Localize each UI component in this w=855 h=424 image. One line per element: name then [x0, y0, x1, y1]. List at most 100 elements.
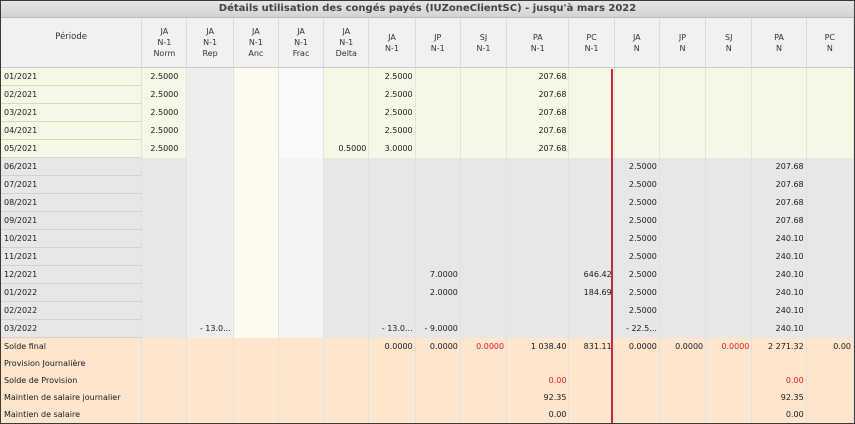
cell-ja-n: 2.5000	[614, 301, 660, 320]
cell-ja-frac	[278, 265, 325, 284]
cell-sj-n1	[460, 265, 508, 284]
cell-pc-n	[806, 355, 854, 372]
table-row[interactable]: 07/2021 2.5000 207.68	[1, 175, 854, 194]
cell-ja-n1: 2.5000	[368, 85, 416, 104]
column-header-periode[interactable]: Période	[1, 18, 143, 68]
table-row[interactable]: 02/2022 2.5000 240.10	[1, 301, 854, 320]
cell-jp-n	[659, 139, 707, 158]
table-row[interactable]: 09/2021 2.5000 207.68	[1, 211, 854, 230]
cell-pc-n	[806, 139, 854, 158]
column-header-ja-norm[interactable]: JA N-1 Norm	[141, 18, 188, 68]
cell-jp-n1	[415, 67, 461, 86]
table-row[interactable]: 03/2021 2.5000 2.5000 207.68	[1, 103, 854, 122]
column-header-pc-n1[interactable]: PC N-1	[568, 18, 615, 68]
column-header-sj-n1[interactable]: SJ N-1	[460, 18, 508, 68]
cell-pc-n	[806, 247, 854, 266]
table-row[interactable]: Maintien de salaire 0.00 0.00	[1, 406, 854, 423]
row-label: Provision Journalière	[1, 355, 143, 372]
cell-pc-n	[806, 265, 854, 284]
table-row[interactable]: Maintien de salaire journalier 92.35 92.35	[1, 389, 854, 406]
cell-pa-n	[751, 121, 807, 140]
cell-sj-n1	[460, 85, 508, 104]
cell-sj-n	[705, 265, 753, 284]
column-header-label: JA	[388, 32, 396, 42]
cell-ja-n: 2.5000	[614, 193, 660, 212]
cell-pc-n	[806, 283, 854, 302]
table-row[interactable]: 11/2021 2.5000 240.10	[1, 247, 854, 266]
column-header-pa-n[interactable]: PA N	[751, 18, 807, 68]
table-row[interactable]: Solde final 0.0000 0.0000 0.0000 1 038.40 831…	[1, 337, 854, 355]
cell-ja-rep	[186, 67, 234, 86]
column-header-ja-n1[interactable]: JA N-1	[368, 18, 416, 68]
cell-jp-n1	[415, 355, 461, 372]
table-row[interactable]: Provision Journalière	[1, 355, 854, 372]
column-header-label: Rep	[202, 49, 218, 58]
cell-ja-delta	[323, 121, 370, 140]
cell-pc-n1	[568, 85, 615, 104]
table-row[interactable]: 04/2021 2.5000 2.5000 207.68	[1, 121, 854, 140]
column-header-sj-n[interactable]: SJ N	[705, 18, 753, 68]
cell-sj-n	[705, 229, 753, 248]
cell-pc-n	[806, 67, 854, 86]
cell-ja-n1	[368, 157, 416, 176]
column-header-label: N-1	[430, 43, 445, 53]
table-row[interactable]: 02/2021 2.5000 2.5000 207.68	[1, 85, 854, 104]
cell-ja-anc	[233, 283, 279, 302]
column-header-jp-n[interactable]: JP N	[659, 18, 707, 68]
cell-jp-n	[659, 372, 707, 389]
column-header-pc-n[interactable]: PC N	[806, 18, 854, 68]
cell-sj-n1	[460, 406, 508, 423]
cell-ja-frac	[278, 121, 325, 140]
cell-ja-n: 2.5000	[614, 157, 660, 176]
cell-pa-n1	[506, 283, 570, 302]
table-row[interactable]: 05/2021 2.5000 0.5000 3.0000 207.68	[1, 139, 854, 158]
row-label: 03/2022	[1, 319, 143, 338]
cell-pc-n	[806, 103, 854, 122]
cell-jp-n	[659, 247, 707, 266]
column-header-label: PC	[824, 32, 836, 42]
column-header-ja-frac[interactable]: JA N-1 Frac	[278, 18, 325, 68]
cell-sj-n1	[460, 193, 508, 212]
cell-pa-n	[751, 103, 807, 122]
cell-ja-norm: 2.5000	[141, 121, 188, 140]
table-row[interactable]: 01/2022 2.0000 184.69 2.5000 240.10	[1, 283, 854, 302]
cell-ja-norm	[141, 389, 188, 406]
column-header-pa-n1[interactable]: PA N-1	[506, 18, 570, 68]
cell-ja-rep	[186, 157, 234, 176]
column-header-ja-delta[interactable]: JA N-1 Delta	[323, 18, 370, 68]
cell-sj-n1	[460, 67, 508, 86]
cell-sj-n1	[460, 211, 508, 230]
table-row[interactable]: 03/2022- 13.0... - 13.0... - 9.0000- 22.5.…	[1, 319, 854, 338]
cell-pa-n: 207.68	[751, 211, 807, 230]
cell-sj-n1	[460, 121, 508, 140]
column-header-jp-n1[interactable]: JP N-1	[415, 18, 461, 68]
cell-ja-n1	[368, 193, 416, 212]
column-header-label: PA	[532, 32, 543, 42]
column-header-ja-n[interactable]: JA N	[614, 18, 660, 68]
cell-ja-rep	[186, 121, 234, 140]
table-row[interactable]: 10/2021 2.5000 240.10	[1, 229, 854, 248]
cell-ja-delta	[323, 247, 370, 266]
cell-jp-n	[659, 265, 707, 284]
cell-ja-n1	[368, 175, 416, 194]
cell-ja-norm: 2.5000	[141, 67, 188, 86]
table-row[interactable]: 08/2021 2.5000 207.68	[1, 193, 854, 212]
cell-ja-frac	[278, 337, 325, 355]
cell-ja-n: 2.5000	[614, 175, 660, 194]
cell-ja-delta	[323, 301, 370, 320]
cell-sj-n1	[460, 355, 508, 372]
table-row[interactable]: 12/2021 7.0000 646.42 2.5000 240.10	[1, 265, 854, 284]
cell-pc-n	[806, 157, 854, 176]
cell-ja-norm	[141, 265, 188, 284]
column-header-label: SJ	[725, 32, 733, 42]
cell-pc-n	[806, 175, 854, 194]
cell-ja-n1	[368, 265, 416, 284]
table-row[interactable]: 06/2021 2.5000 207.68	[1, 157, 854, 176]
column-header-ja-anc[interactable]: JA N-1 Anc	[233, 18, 279, 68]
column-header-ja-rep[interactable]: JA N-1 Rep	[186, 18, 234, 68]
cell-ja-norm	[141, 211, 188, 230]
table-row[interactable]: Solde de Provision 0.00 0.00	[1, 372, 854, 389]
cell-ja-rep	[186, 85, 234, 104]
table-row[interactable]: 01/2021 2.5000 2.5000 207.68	[1, 67, 854, 86]
cell-pc-n1	[568, 301, 615, 320]
